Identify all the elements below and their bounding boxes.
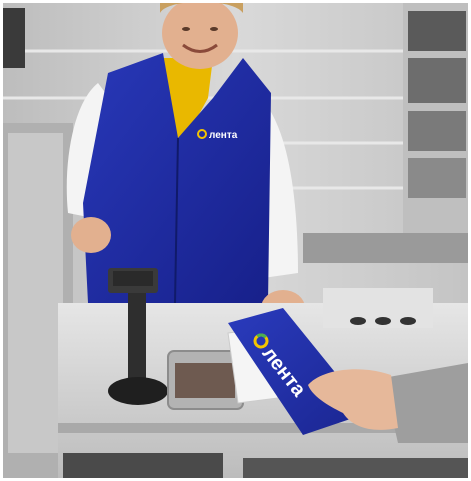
right-products xyxy=(323,288,433,328)
photo: лента лента xyxy=(3,3,468,479)
cashier-left-hand xyxy=(71,217,111,253)
dark-box xyxy=(3,8,25,68)
photo-scene: лента лента xyxy=(3,3,468,479)
vest-logo-text: лента xyxy=(209,130,238,141)
